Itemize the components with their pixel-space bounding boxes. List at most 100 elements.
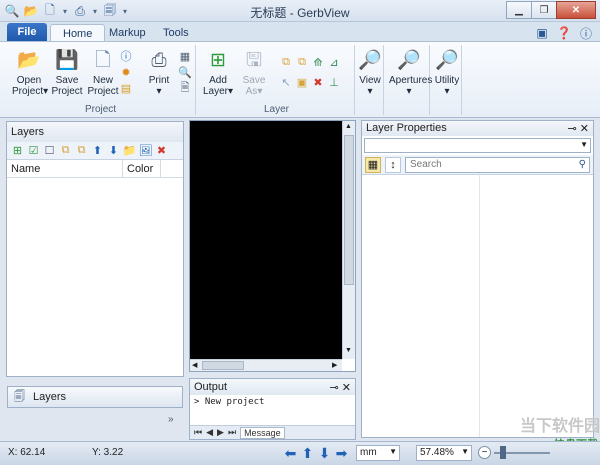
save-as-icon: 🖫 (245, 49, 263, 71)
apertures-icon: 🔎 (397, 49, 421, 71)
next-tab-icon[interactable]: ▶ (217, 427, 224, 438)
copy-icon[interactable]: ⧉ (59, 144, 72, 157)
layers-toolbar: ⊞ ☑ ☐ ⧉ ⧉ ⬆ ⬇ 📁 🖼 ✖ (7, 142, 183, 160)
flip-layer-icon[interactable]: ⊥ (327, 75, 341, 89)
scroll-thumb[interactable] (202, 361, 244, 370)
add-layer-button[interactable]: ⊞ Add Layer▾ (201, 47, 235, 98)
utility-button[interactable]: 🔎 Utility ▾ (430, 47, 464, 98)
maximize-button[interactable]: ❐ (531, 1, 557, 19)
window-layout-icon[interactable]: ▣ (534, 25, 550, 41)
copy-layer-icon[interactable]: ⧉ (279, 55, 293, 69)
title-bar: 🔍 📂 🗋 ▾ ⎙ ▾ 🗐 ▾ 无标题 - GerbView ▁ ❐ ✕ (0, 0, 600, 22)
save-as-button[interactable]: 🖫 Save As▾ (237, 47, 271, 98)
search-input[interactable]: Search ⚲ (405, 156, 590, 173)
move-down-icon[interactable]: ⬇ (107, 144, 120, 157)
pin-icon[interactable]: ⊸ (330, 382, 339, 394)
info-icon[interactable]: ⓘ (119, 49, 133, 63)
zoom-slider-thumb[interactable] (500, 446, 506, 459)
delete-icon[interactable]: ✖ (155, 144, 168, 157)
zoom-select[interactable]: 57.48% ▼ (416, 445, 472, 461)
chevron-down-icon: ▼ (389, 447, 397, 456)
layers-column-header: Name Color (7, 160, 183, 178)
ribbon: 📂 Open Project▾ 💾 Save Project 🗋 New Pro… (0, 41, 600, 118)
layer-properties-pane: Layer Properties ⊸ ✕ ▼ ▦ ↕ Search ⚲ (361, 120, 594, 438)
scroll-up-icon[interactable]: ▲ (345, 123, 352, 130)
zoom-out-button[interactable]: − (478, 446, 491, 459)
tab-file[interactable]: File (7, 23, 47, 42)
select-icon[interactable]: ↖ (279, 75, 293, 89)
pin-icon[interactable]: ⊸ (568, 123, 577, 135)
align-layer-icon[interactable]: ⟰ (311, 55, 325, 69)
scroll-thumb[interactable] (344, 135, 354, 285)
merge-layer-icon[interactable]: ▣ (295, 75, 309, 89)
export-icon[interactable]: 🗎 (178, 81, 192, 95)
move-up-icon[interactable]: ⬆ (91, 144, 104, 157)
duplicate-layer-icon[interactable]: ⧉ (295, 55, 309, 69)
expand-chevron-icon[interactable]: » (168, 414, 174, 425)
settings-icon[interactable]: ✹ (119, 65, 133, 79)
output-tab-bar: ⏮ ◀ ▶ ⏭ Message (190, 425, 355, 439)
drawing-area: ▲ ▼ ◀ ▶ (189, 120, 356, 372)
minimize-button[interactable]: ▁ (506, 1, 532, 19)
layers-pane-title: Layers (7, 122, 183, 142)
scroll-down-icon[interactable]: ▼ (345, 347, 352, 354)
vertical-scrollbar[interactable]: ▲ ▼ (342, 121, 355, 359)
categorized-icon[interactable]: ▦ (365, 156, 381, 173)
close-icon[interactable]: ✕ (580, 123, 589, 135)
ribbon-group-view: 🔎 View ▾ (356, 45, 384, 115)
units-select[interactable]: mm ▼ (356, 445, 400, 461)
pan-right-icon[interactable]: ➡ (334, 445, 349, 461)
view-icon: 🔎 (358, 49, 382, 71)
delete-layer-icon[interactable]: ✖ (311, 75, 325, 89)
new-project-button[interactable]: 🗋 New Project (86, 47, 120, 98)
close-button[interactable]: ✕ (556, 1, 596, 19)
duplicate-icon[interactable]: ⧉ (75, 144, 88, 157)
add-layer-icon: ⊞ (210, 49, 226, 71)
watermark-logo: 当下软件园 (519, 418, 600, 435)
uncheck-all-icon[interactable]: ☐ (43, 144, 56, 157)
pan-arrows: ⬅ ⬆ ⬇ ➡ (283, 445, 349, 461)
pan-left-icon[interactable]: ⬅ (283, 445, 298, 461)
apertures-button[interactable]: 🔎 Apertures ▾ (389, 47, 432, 98)
column-name[interactable]: Name (7, 160, 123, 177)
folder-icon[interactable]: 📁 (123, 144, 137, 157)
close-icon[interactable]: ✕ (342, 382, 351, 394)
add-icon[interactable]: ⊞ (11, 144, 24, 157)
open-folder-icon: 📂 (17, 49, 41, 71)
search-icon[interactable]: ⚲ (579, 159, 586, 170)
layers-tab-button[interactable]: 🗐 Layers (7, 386, 183, 408)
print-preview-icon[interactable]: 🔍 (178, 65, 192, 79)
output-pane: Output ⊸ ✕ > New project ⏮ ◀ ▶ ⏭ Message (189, 378, 356, 440)
image-icon[interactable]: 🖼 (139, 144, 153, 157)
tab-tools[interactable]: Tools (151, 24, 201, 42)
first-tab-icon[interactable]: ⏮ (194, 427, 202, 438)
chevron-down-icon: ▼ (580, 140, 588, 149)
pan-up-icon[interactable]: ⬆ (300, 445, 315, 461)
view-button[interactable]: 🔎 View ▾ (353, 47, 387, 98)
mirror-layer-icon[interactable]: ⊿ (327, 55, 341, 69)
help-icon[interactable]: ❓ (556, 25, 572, 41)
tab-markup[interactable]: Markup (97, 24, 158, 42)
ribbon-right-controls: ▣ ❓ ⓘ (534, 25, 594, 41)
horizontal-scrollbar[interactable]: ◀ ▶ (190, 359, 342, 371)
open-project-button[interactable]: 📂 Open Project▾ (12, 47, 48, 98)
save-project-button[interactable]: 💾 Save Project (50, 47, 84, 98)
chevron-down-icon: ▼ (461, 447, 469, 456)
tab-message[interactable]: Message (240, 426, 285, 439)
print-button[interactable]: ⎙ Print ▾ (142, 47, 176, 98)
sort-alpha-icon[interactable]: ↕ (385, 156, 401, 173)
gerber-canvas[interactable] (190, 121, 342, 359)
last-tab-icon[interactable]: ⏭ (228, 427, 236, 438)
scroll-left-icon[interactable]: ◀ (192, 361, 197, 369)
package-icon[interactable]: ▤ (119, 81, 133, 95)
check-all-icon[interactable]: ☑ (27, 144, 40, 157)
page-setup-icon[interactable]: ▦ (178, 49, 192, 63)
layer-select-combo[interactable]: ▼ (364, 138, 591, 153)
output-log: > New project (194, 397, 265, 407)
info-icon[interactable]: ⓘ (578, 25, 594, 41)
pan-down-icon[interactable]: ⬇ (317, 445, 332, 461)
scroll-right-icon[interactable]: ▶ (332, 361, 337, 369)
prev-tab-icon[interactable]: ◀ (206, 427, 213, 438)
ribbon-tab-bar: File Home Markup Tools ▣ ❓ ⓘ (0, 22, 600, 42)
column-color[interactable]: Color (123, 160, 161, 177)
